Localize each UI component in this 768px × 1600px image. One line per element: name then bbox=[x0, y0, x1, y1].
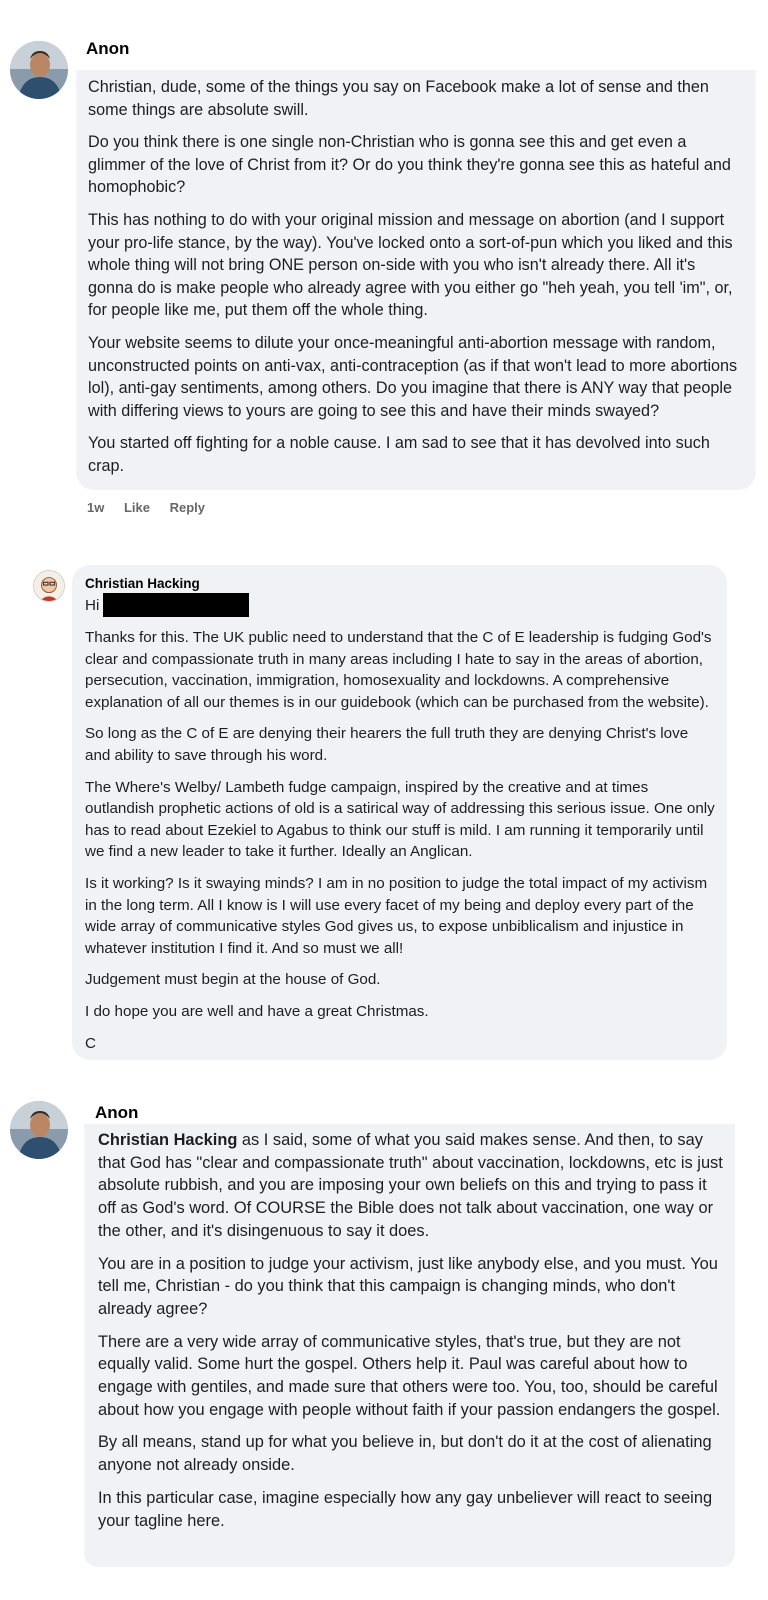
comment-author[interactable]: Anon bbox=[86, 39, 129, 59]
comment-paragraph: Is it working? Is it swaying minds? I am… bbox=[85, 874, 708, 957]
comment-paragraph: Christian Hacking as I said, some of wha… bbox=[98, 1129, 725, 1243]
comment-paragraph: This has nothing to do with your origina… bbox=[88, 210, 733, 320]
comment-paragraph: Christian, dude, some of the things you … bbox=[88, 78, 709, 119]
person-photo-icon bbox=[10, 41, 68, 99]
comment-paragraph: C bbox=[85, 1034, 96, 1052]
greeting-line: Hi bbox=[85, 593, 715, 617]
comment-paragraph: So long as the C of E are denying their … bbox=[85, 725, 689, 764]
comment-paragraph: In this particular case, imagine especia… bbox=[98, 1488, 713, 1530]
comment-paragraph: Your website seems to dilute your once-m… bbox=[88, 333, 738, 420]
comment-actions: 1w Like Reply bbox=[87, 500, 221, 515]
comment-author[interactable]: Anon bbox=[95, 1103, 138, 1123]
greeting: Hi bbox=[85, 597, 100, 614]
redacted-name bbox=[103, 593, 250, 617]
comment-bubble: Christian, dude, some of the things you … bbox=[76, 70, 756, 490]
avatar-christian-hacking[interactable] bbox=[33, 570, 65, 602]
comment-paragraph: You started off fighting for a noble cau… bbox=[88, 434, 710, 475]
comment-paragraph: I do hope you are well and have a great … bbox=[85, 1002, 429, 1020]
person-photo-icon bbox=[10, 1101, 68, 1159]
comment-paragraph: Do you think there is one single non-Chr… bbox=[88, 133, 731, 197]
comment-timestamp[interactable]: 1w bbox=[87, 500, 104, 515]
comment-paragraph: Judgement must begin at the house of God… bbox=[85, 971, 381, 989]
comment-paragraph: Thanks for this. The UK public need to u… bbox=[85, 629, 712, 711]
like-button[interactable]: Like bbox=[124, 500, 150, 515]
comment-paragraph: The Where's Welby/ Lambeth fudge campaig… bbox=[85, 778, 715, 861]
avatar-anon[interactable] bbox=[10, 1101, 68, 1159]
mention-link[interactable]: Christian Hacking bbox=[98, 1131, 237, 1149]
avatar-anon[interactable] bbox=[10, 41, 68, 99]
person-drawing-icon bbox=[34, 571, 64, 601]
comment-author[interactable]: Christian Hacking bbox=[85, 575, 715, 593]
comment-paragraph: You are in a position to judge your acti… bbox=[98, 1254, 718, 1318]
reply-button[interactable]: Reply bbox=[170, 500, 205, 515]
comment-bubble: Christian Hacking as I said, some of wha… bbox=[84, 1124, 735, 1567]
comment-paragraph: By all means, stand up for what you beli… bbox=[98, 1433, 712, 1475]
comment-paragraph: There are a very wide array of communica… bbox=[98, 1332, 721, 1419]
comment-bubble: Christian Hacking Hi Thanks for this. Th… bbox=[72, 565, 727, 1060]
